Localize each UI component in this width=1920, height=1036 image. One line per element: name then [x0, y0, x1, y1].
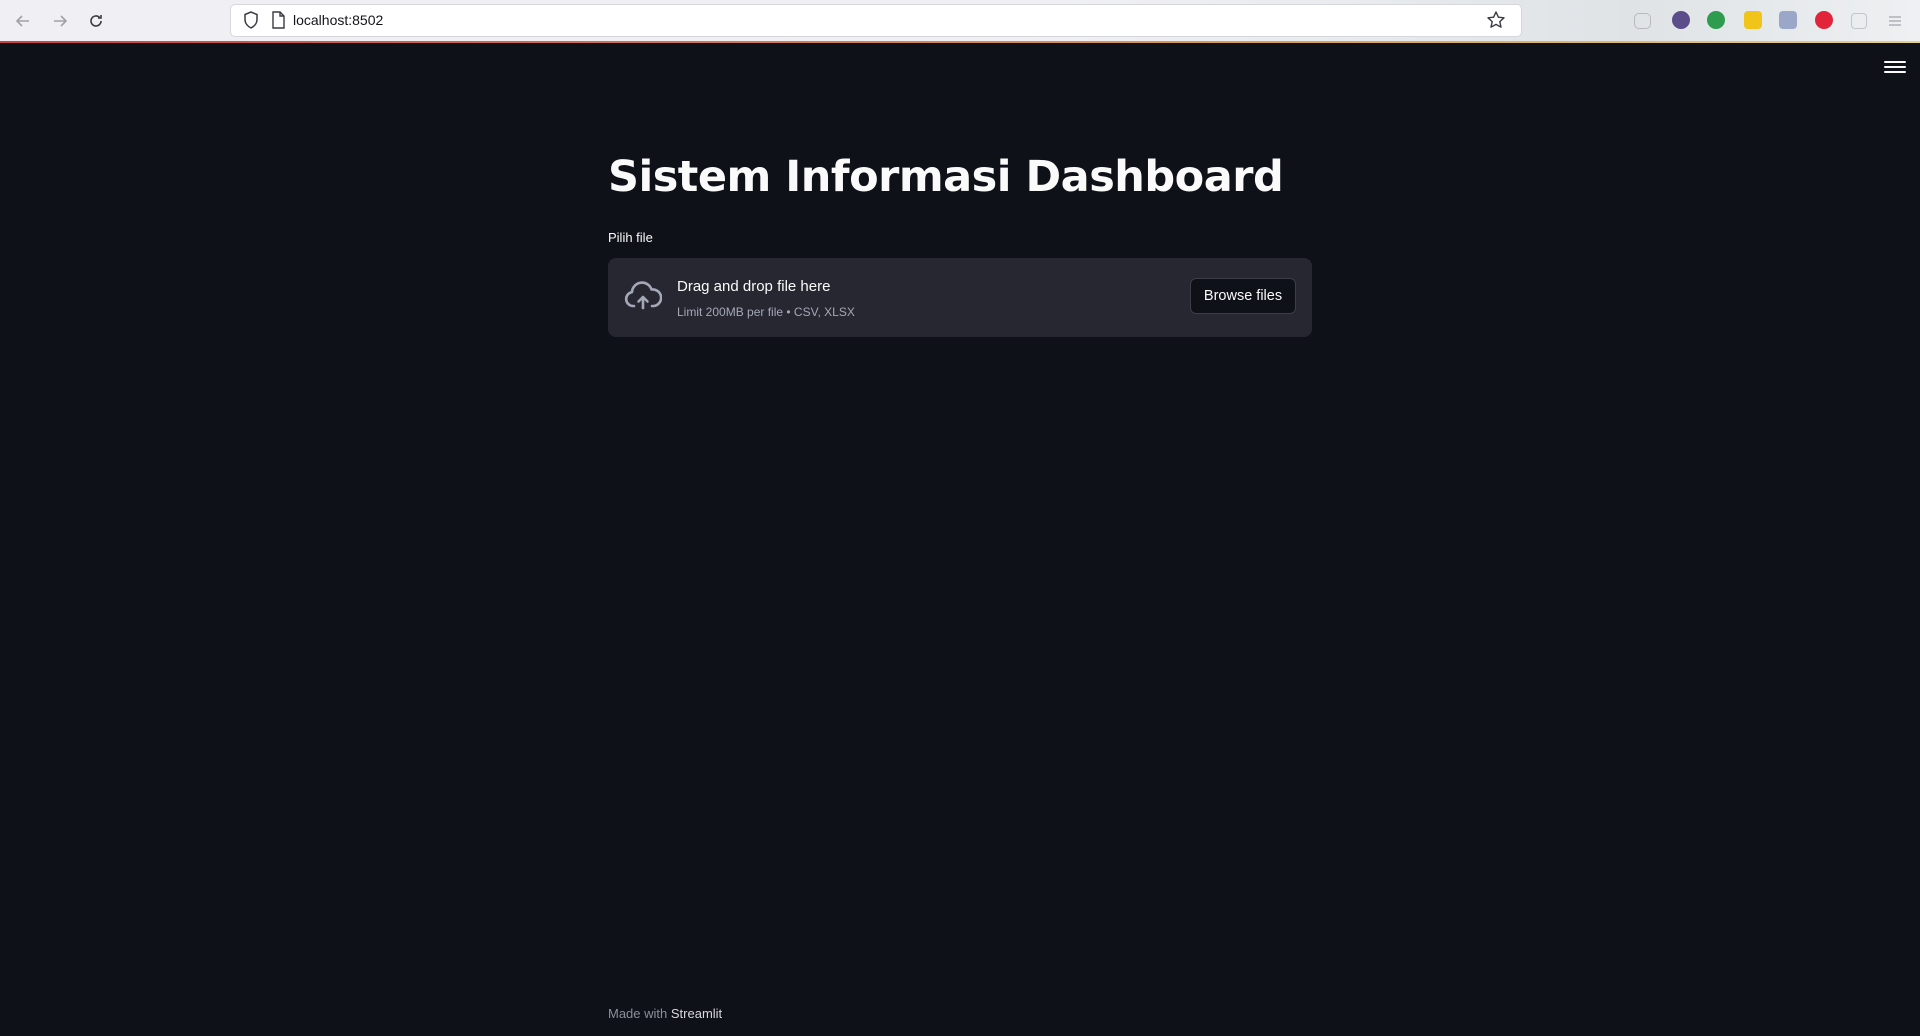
extension-notes-icon[interactable]	[1779, 11, 1797, 29]
streamlit-link[interactable]: Streamlit	[671, 1006, 722, 1021]
app-menu-button[interactable]	[1884, 56, 1906, 78]
page-icon[interactable]	[271, 11, 285, 29]
arrow-left-icon	[15, 15, 29, 27]
adblock-icon[interactable]	[1815, 11, 1833, 29]
toolbar-accent-line	[0, 41, 1920, 43]
browse-files-button[interactable]: Browse files	[1190, 278, 1296, 314]
shield-icon[interactable]	[243, 11, 259, 29]
extension-person-icon[interactable]	[1672, 11, 1690, 29]
reload-button[interactable]	[83, 8, 109, 34]
menu-icon	[1889, 16, 1901, 26]
extension-js-icon[interactable]	[1744, 11, 1762, 29]
browser-menu-button[interactable]	[1882, 8, 1908, 34]
menu-icon-bar	[1884, 61, 1906, 63]
extension-green-icon[interactable]	[1707, 11, 1725, 29]
file-uploader-label: Pilih file	[608, 230, 653, 245]
extensions-puzzle-icon[interactable]	[1851, 13, 1867, 29]
cloud-upload-icon	[624, 281, 662, 310]
browser-toolbar: localhost:8502	[0, 0, 1920, 42]
dropzone-limit-text: Limit 200MB per file • CSV, XLSX	[677, 305, 855, 319]
footer: Made with Streamlit	[608, 1006, 722, 1021]
bookmark-star-icon[interactable]	[1486, 10, 1506, 30]
page-title: Sistem Informasi Dashboard	[608, 152, 1284, 202]
back-button[interactable]	[10, 8, 36, 34]
forward-button[interactable]	[47, 8, 73, 34]
menu-icon-bar	[1884, 71, 1906, 73]
reload-icon	[90, 15, 102, 27]
pocket-icon[interactable]	[1634, 13, 1651, 29]
dropzone-instructions: Drag and drop file here	[677, 278, 831, 295]
menu-icon-bar	[1884, 66, 1906, 68]
arrow-right-icon	[54, 15, 68, 27]
file-dropzone[interactable]: Drag and drop file here Limit 200MB per …	[608, 258, 1312, 337]
address-bar[interactable]: localhost:8502	[231, 5, 1521, 36]
footer-prefix: Made with	[608, 1006, 668, 1021]
url-text[interactable]: localhost:8502	[293, 12, 383, 28]
